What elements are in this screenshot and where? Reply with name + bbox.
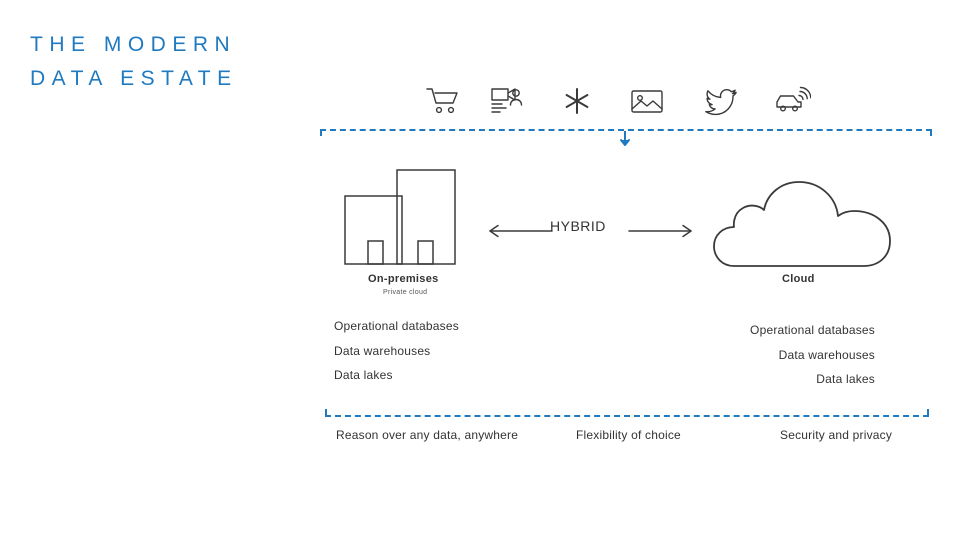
pillar-reason-over-any-data: Reason over any data, anywhere (336, 428, 519, 442)
on-premises-label: On-premises (368, 273, 439, 285)
list-item: Data lakes (816, 372, 875, 386)
slide-canvas: THE MODERN DATA ESTATE HYBRID On-premise… (0, 0, 979, 551)
video-conference-icon (490, 85, 530, 121)
hybrid-connector: HYBRID (488, 218, 693, 244)
page-title: THE MODERN DATA ESTATE (30, 28, 238, 96)
down-arrow-icon (618, 130, 632, 149)
asterisk-icon (560, 85, 600, 121)
shopping-cart-icon (425, 85, 465, 121)
list-item: Operational databases (750, 323, 875, 337)
title-line-1: THE MODERN (30, 33, 237, 56)
bottom-dashed-right-cap (927, 409, 929, 416)
pillar-security-and-privacy: Security and privacy (780, 428, 893, 442)
list-item: Data lakes (334, 368, 393, 382)
image-icon (630, 85, 670, 121)
cloud-workload-list: Operational databases Data warehouses Da… (640, 318, 875, 392)
hybrid-label: HYBRID (550, 218, 606, 234)
title-line-2: DATA ESTATE (30, 67, 238, 90)
data-source-icon-row (425, 85, 845, 121)
on-premises-buildings-icon (340, 165, 470, 270)
twitter-bird-icon (705, 85, 745, 121)
pillar-flexibility-of-choice: Flexibility of choice (576, 428, 681, 442)
footer-pillars: Reason over any data, anywhere Flexibili… (320, 428, 932, 450)
list-item: Operational databases (334, 319, 459, 333)
list-item: Data warehouses (778, 347, 875, 362)
bottom-dashed-divider (325, 415, 929, 417)
private-cloud-sublabel: Private cloud (383, 289, 428, 296)
cloud-shape-icon (712, 178, 892, 270)
connected-car-icon (775, 85, 815, 121)
cloud-label: Cloud (782, 273, 815, 285)
list-item: Data warehouses (334, 343, 431, 358)
top-dashed-left-cap (320, 129, 322, 136)
top-dashed-right-cap (930, 129, 932, 136)
bottom-dashed-left-cap (325, 409, 327, 416)
on-premises-workload-list: Operational databases Data warehouses Da… (334, 314, 554, 388)
